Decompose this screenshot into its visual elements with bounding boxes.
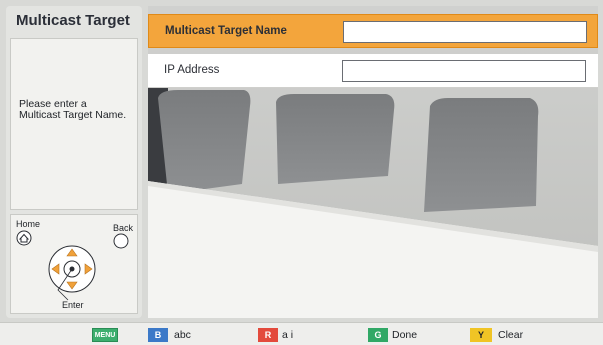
multicast-target-name-label: Multicast Target Name — [165, 25, 287, 37]
home-icon — [16, 230, 32, 246]
b-key-label: abc — [174, 329, 191, 341]
back-label: Back — [113, 223, 134, 233]
help-panel: Please enter a Multicast Target Name. — [10, 38, 138, 210]
home-label: Home — [16, 219, 41, 229]
y-badge: Y — [470, 328, 492, 342]
g-badge: G — [368, 328, 388, 342]
main-area: Multicast Target Name IP Address — [148, 6, 598, 318]
b-badge: B — [148, 328, 168, 342]
background-conference-room-image — [148, 6, 598, 318]
r-badge: R — [258, 328, 278, 342]
remote-control-guide: Home Back Enter — [10, 214, 138, 314]
g-key-label: Done — [392, 329, 418, 341]
page-title: Multicast Target — [16, 12, 130, 29]
left-column: Multicast Target Please enter a Multicas… — [6, 6, 142, 318]
menu-badge: MENU — [92, 328, 118, 342]
ip-address-input[interactable] — [342, 60, 586, 82]
multicast-target-screen: Multicast Target Please enter a Multicas… — [0, 0, 603, 345]
multicast-target-name-row[interactable]: Multicast Target Name — [148, 14, 598, 48]
bottom-key-bar: MENU B abc R a i G Done Y Clear — [0, 322, 603, 345]
enter-label: Enter — [62, 300, 84, 310]
r-key-label: a i — [282, 329, 294, 341]
back-icon — [113, 233, 129, 249]
multicast-target-name-input[interactable] — [343, 21, 587, 43]
ip-address-label: IP Address — [164, 64, 220, 76]
help-text: Please enter a Multicast Target Name. — [19, 98, 127, 121]
ip-address-row[interactable]: IP Address — [148, 54, 598, 88]
y-key-label: Clear — [498, 329, 524, 341]
